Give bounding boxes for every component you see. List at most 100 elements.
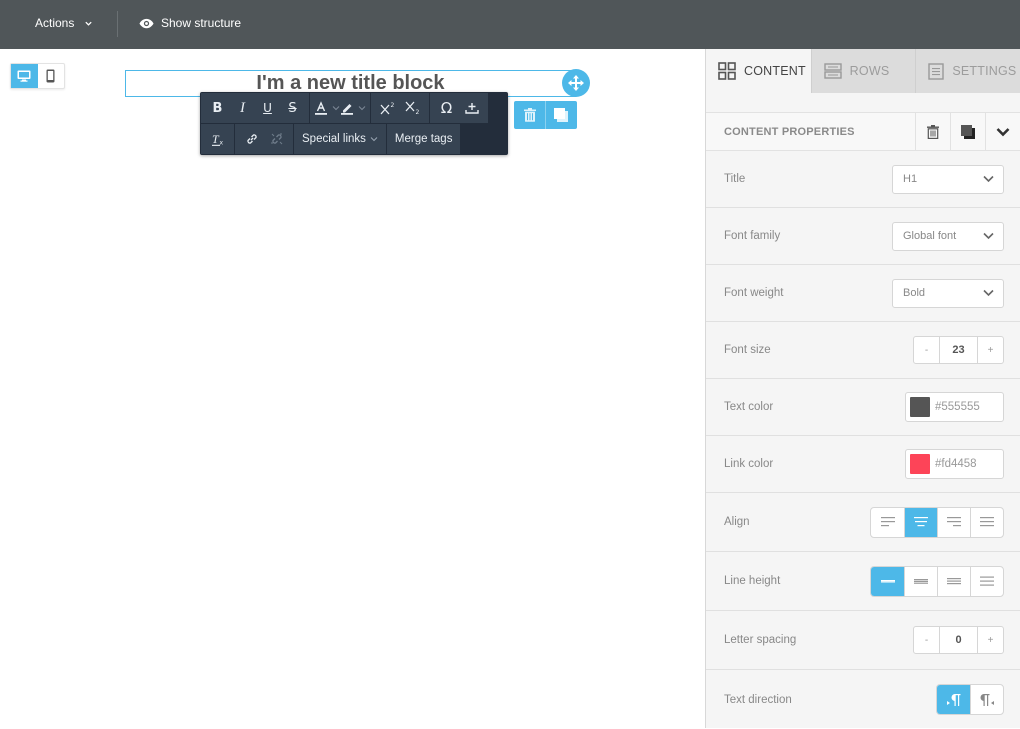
- clear-formatting-icon: Tx: [211, 132, 223, 147]
- panel-tabs: CONTENT ROWS SETTINGS: [706, 49, 1020, 93]
- editor-canvas: I'm a new title block B I U S 2 2 Ω T x …: [0, 49, 705, 728]
- move-handle[interactable]: [562, 69, 590, 97]
- chevron-down-icon: [983, 232, 994, 240]
- actions-menu-button[interactable]: Actions: [35, 16, 93, 30]
- font-family-value: Global font: [903, 230, 957, 242]
- title-select[interactable]: H1: [892, 164, 1004, 194]
- caret-down-icon: [358, 106, 366, 111]
- subscript-button[interactable]: 2: [400, 93, 425, 123]
- align-right-icon: [947, 517, 961, 527]
- text-color-label: Text color: [724, 401, 774, 413]
- insert-button[interactable]: [459, 93, 484, 123]
- toolbar-divider: [117, 11, 118, 37]
- prop-font-size: Font size - 23 +: [706, 322, 1020, 379]
- tab-content[interactable]: CONTENT: [706, 49, 812, 93]
- font-size-value[interactable]: 23: [939, 337, 978, 363]
- line-height-option-4[interactable]: [970, 566, 1003, 596]
- align-center-button[interactable]: [904, 507, 937, 537]
- align-justify-button[interactable]: [970, 507, 1003, 537]
- desktop-view-button[interactable]: [11, 64, 38, 88]
- text-color-value: #555555: [935, 401, 980, 413]
- link-color-picker[interactable]: #fd4458: [905, 449, 1004, 479]
- letter-spacing-value[interactable]: 0: [939, 627, 978, 653]
- font-family-select[interactable]: Global font: [892, 221, 1004, 251]
- properties-panel: CONTENT ROWS SETTINGS CONTENT PROPERTIES…: [705, 49, 1020, 728]
- svg-text:x: x: [219, 140, 223, 147]
- toolbar-row-2: Tx Special links Merge tags: [201, 124, 507, 154]
- prop-text-direction: Text direction: [706, 670, 1020, 729]
- show-structure-label: Show structure: [161, 16, 242, 30]
- title-label: Title: [724, 173, 746, 185]
- font-weight-select[interactable]: Bold: [892, 278, 1004, 308]
- strikethrough-button[interactable]: S: [280, 93, 305, 123]
- align-left-button[interactable]: [871, 508, 904, 537]
- italic-icon: I: [240, 99, 245, 116]
- align-right-button[interactable]: [937, 507, 970, 537]
- trash-icon: [927, 124, 939, 139]
- toolbar-row-1: B I U S 2 2 Ω: [201, 93, 507, 123]
- delete-block-button[interactable]: [514, 101, 545, 129]
- mobile-view-button[interactable]: [38, 64, 65, 88]
- special-links-group: Special links: [294, 124, 386, 154]
- duplicate-block-button[interactable]: [545, 101, 576, 129]
- desktop-icon: [17, 70, 31, 82]
- chevron-down-icon: [983, 289, 994, 297]
- actions-label: Actions: [35, 16, 75, 30]
- clear-formatting-button[interactable]: Tx: [205, 124, 230, 154]
- prop-line-height: Line height: [706, 552, 1020, 611]
- tab-content-label: CONTENT: [744, 64, 806, 78]
- tab-settings[interactable]: SETTINGS: [916, 49, 1020, 93]
- tab-rows[interactable]: ROWS: [812, 49, 917, 93]
- strikethrough-icon: S: [288, 100, 297, 116]
- unlink-button[interactable]: [264, 124, 289, 154]
- text-color-swatch[interactable]: [910, 397, 930, 417]
- italic-button[interactable]: I: [230, 93, 255, 123]
- font-size-increment[interactable]: +: [978, 337, 1003, 363]
- title-block-text[interactable]: I'm a new title block: [256, 71, 444, 95]
- link-color-swatch[interactable]: [910, 454, 930, 474]
- text-color-icon: [315, 101, 327, 115]
- chevron-down-icon: [983, 175, 994, 183]
- prop-text-color: Text color #555555: [706, 379, 1020, 436]
- link-button[interactable]: [239, 124, 264, 154]
- svg-text:2: 2: [390, 102, 394, 109]
- line-height-option-1[interactable]: [871, 566, 904, 596]
- text-direction-ltr-button[interactable]: [937, 685, 970, 714]
- merge-tags-dropdown[interactable]: Merge tags: [391, 124, 457, 154]
- special-links-label: Special links: [302, 133, 366, 145]
- line-height-option-2[interactable]: [904, 566, 937, 596]
- delete-content-button[interactable]: [915, 112, 950, 151]
- prop-font-weight: Font weight Bold: [706, 265, 1020, 322]
- show-structure-button[interactable]: Show structure: [139, 16, 241, 30]
- content-properties-title: CONTENT PROPERTIES: [724, 125, 855, 138]
- text-color-button[interactable]: [314, 93, 340, 123]
- text-direction-rtl-button[interactable]: [970, 685, 1003, 714]
- superscript-button[interactable]: 2: [375, 93, 400, 123]
- special-character-button[interactable]: Ω: [434, 93, 459, 123]
- underline-button[interactable]: U: [255, 93, 280, 123]
- font-size-stepper: - 23 +: [913, 336, 1004, 364]
- ltr-icon: [946, 693, 960, 706]
- font-size-decrement[interactable]: -: [914, 337, 939, 363]
- panel-spacer: [706, 93, 1020, 112]
- link-color-label: Link color: [724, 458, 774, 470]
- special-links-dropdown[interactable]: Special links: [298, 124, 382, 154]
- text-color-picker[interactable]: #555555: [905, 392, 1004, 422]
- collapse-properties-button[interactable]: [985, 112, 1020, 151]
- toolbar-filler: [461, 124, 507, 154]
- trash-icon: [523, 108, 536, 122]
- duplicate-content-button[interactable]: [950, 112, 985, 151]
- line-height-label: Line height: [724, 575, 781, 587]
- grid-icon: [718, 62, 736, 80]
- bold-button[interactable]: B: [205, 93, 230, 123]
- align-buttons: [870, 506, 1004, 538]
- content-properties-header: CONTENT PROPERTIES: [706, 112, 1020, 151]
- text-direction-buttons: [936, 684, 1004, 715]
- svg-text:2: 2: [415, 109, 419, 115]
- line-height-option-3[interactable]: [937, 566, 970, 596]
- letter-spacing-increment[interactable]: +: [978, 627, 1003, 653]
- merge-tags-group: Merge tags: [386, 124, 461, 154]
- highlight-color-button[interactable]: [340, 93, 366, 123]
- letter-spacing-decrement[interactable]: -: [914, 627, 939, 653]
- rows-icon: [823, 63, 842, 79]
